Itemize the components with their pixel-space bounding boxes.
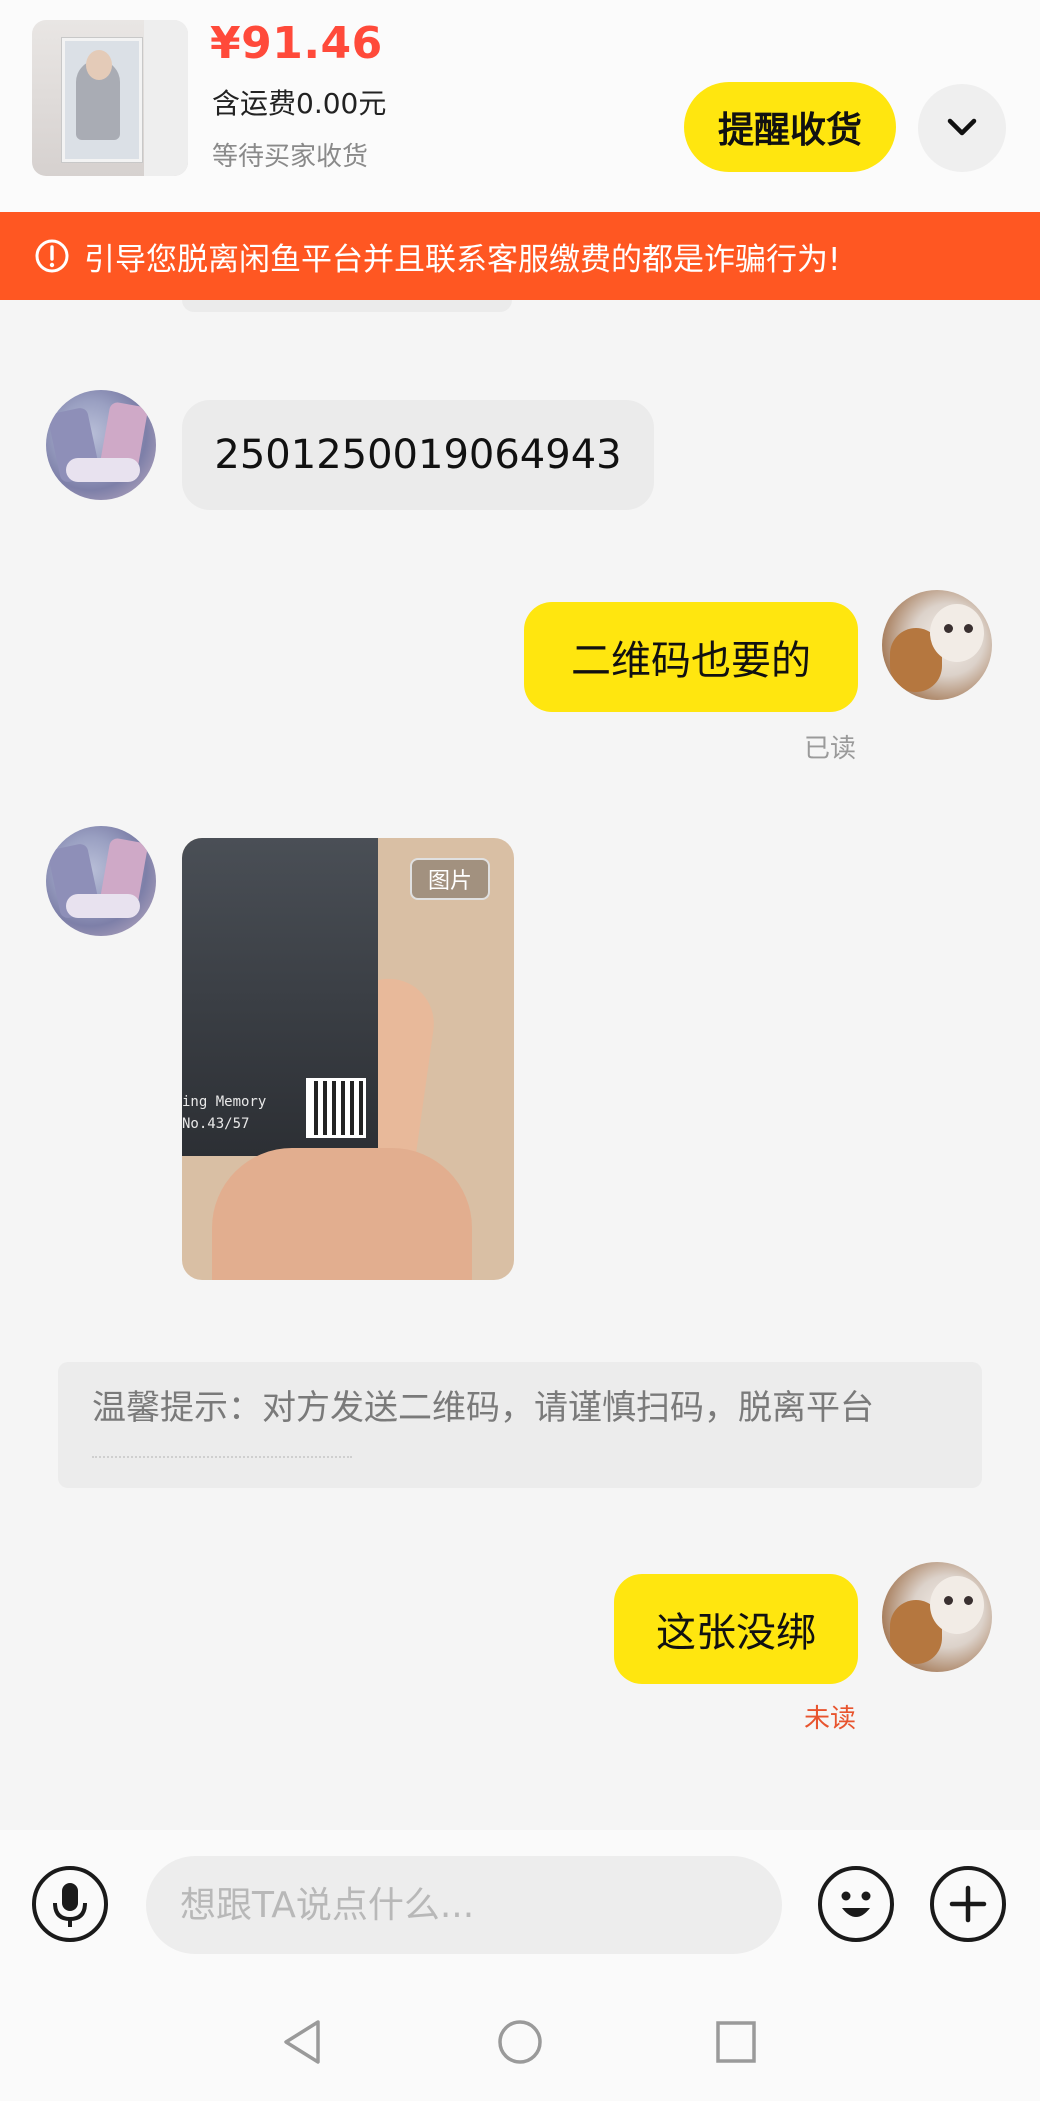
message-bubble[interactable]: 二维码也要的: [524, 602, 858, 712]
qr-code: [306, 1078, 366, 1138]
message-input-bar: [0, 1830, 1040, 1980]
read-status: 已读: [804, 734, 857, 764]
alert-circle-icon: [35, 239, 69, 273]
recents-icon[interactable]: [714, 2018, 758, 2066]
order-header: ¥91.46 含运费0.00元 等待买家收货 提醒收货: [0, 0, 1040, 212]
home-icon[interactable]: [496, 2018, 544, 2066]
avatar-shape: [66, 458, 140, 482]
shipping-fee: 含运费0.00元: [212, 87, 387, 120]
qr-code-tip: 温馨提示：对方发送二维码，请谨慎扫码，脱离平台: [58, 1362, 982, 1488]
system-navigation-bar: [0, 1980, 1040, 2101]
message-bubble[interactable]: 2501250019064943: [182, 400, 654, 510]
back-icon[interactable]: [280, 2018, 324, 2066]
avatar-shape: [66, 894, 140, 918]
card-number: No.43/57: [182, 1116, 250, 1132]
my-avatar[interactable]: [882, 590, 992, 700]
microphone-icon: [53, 1883, 87, 1927]
photo-hand: [212, 1148, 472, 1280]
previous-message-bubble: [182, 300, 512, 312]
product-thumbnail[interactable]: [32, 20, 188, 176]
seller-avatar[interactable]: [46, 826, 156, 936]
warning-text: 引导您脱离闲鱼平台并且联系客服缴费的都是诈骗行为!: [84, 241, 841, 278]
thumbnail-background: [144, 20, 188, 176]
fraud-warning-banner: 引导您脱离闲鱼平台并且联系客服缴费的都是诈骗行为!: [0, 212, 1040, 300]
tip-text: 温馨提示：对方发送二维码，请谨慎扫码，脱离平台: [92, 1388, 874, 1428]
chevron-down-icon: [947, 118, 977, 136]
image-message[interactable]: ing Memory No.43/57 图片: [182, 838, 514, 1280]
avatar-shape: [964, 1596, 973, 1605]
emoji-button[interactable]: [818, 1866, 894, 1942]
more-button[interactable]: [918, 84, 1006, 172]
avatar-shape: [930, 604, 984, 662]
remind-receipt-button[interactable]: 提醒收货: [684, 82, 896, 172]
avatar-shape: [944, 1596, 953, 1605]
tip-text-continued: [92, 1442, 352, 1458]
my-avatar[interactable]: [882, 1562, 992, 1672]
seller-avatar[interactable]: [46, 390, 156, 500]
order-price: ¥91.46: [210, 18, 383, 69]
avatar-shape: [964, 624, 973, 633]
message-input[interactable]: [146, 1856, 782, 1954]
plus-icon: [949, 1885, 987, 1923]
image-tag: 图片: [410, 858, 490, 900]
avatar-shape: [944, 624, 953, 633]
voice-button[interactable]: [32, 1866, 108, 1942]
card-text: ing Memory: [182, 1094, 267, 1110]
avatar-shape: [930, 1576, 984, 1634]
unread-status: 未读: [804, 1704, 857, 1734]
emoji-icon: [841, 1891, 871, 1917]
message-bubble[interactable]: 这张没绑: [614, 1574, 858, 1684]
plus-button[interactable]: [930, 1866, 1006, 1942]
thumbnail-face: [86, 50, 112, 80]
order-status: 等待买家收货: [212, 142, 369, 172]
